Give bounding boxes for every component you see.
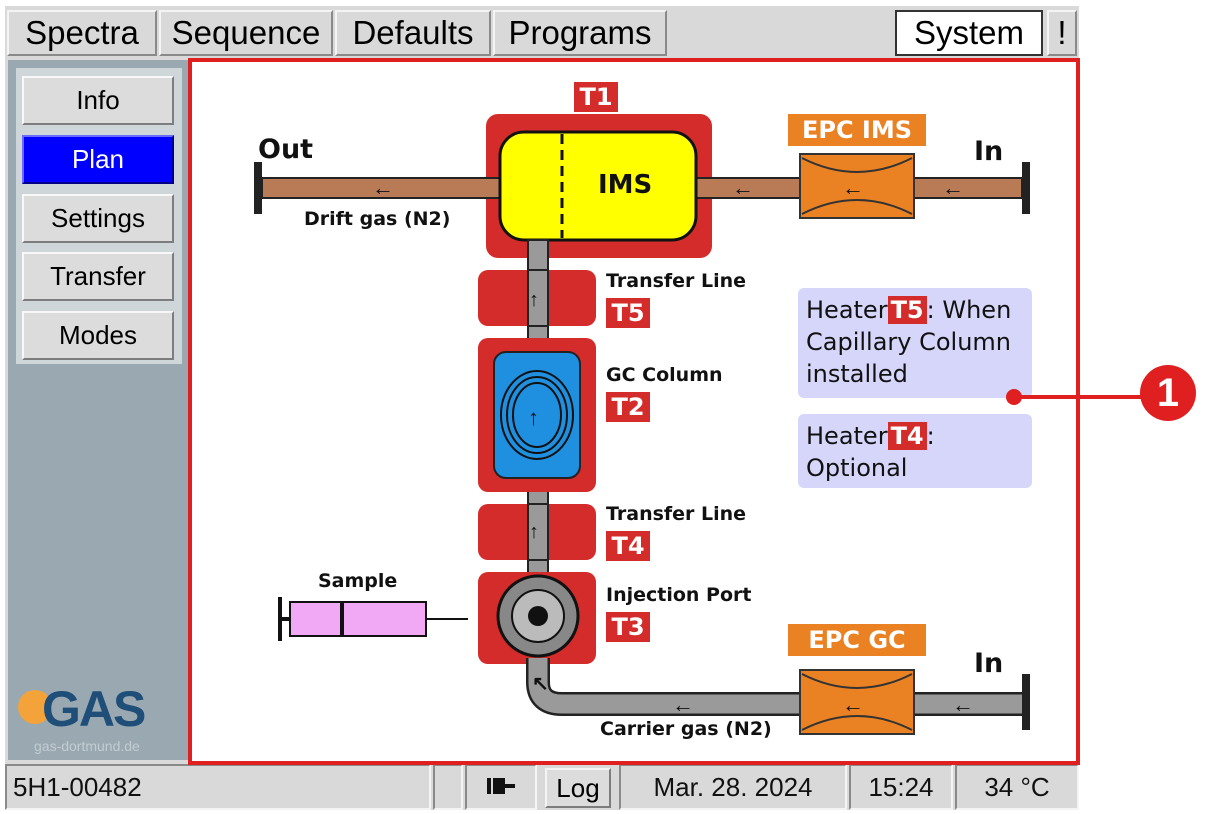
sidebar-item-transfer[interactable]: Transfer (22, 252, 174, 301)
arrow-up-icon: ↖ (532, 673, 549, 695)
callout-badge: 1 (1140, 365, 1196, 421)
ims-label: IMS (598, 170, 653, 200)
arrow-left-icon: ← (842, 175, 864, 200)
sidebar-item-info[interactable]: Info (22, 76, 174, 125)
callout-dot (1006, 389, 1022, 405)
device-id: 5H1-00482 (5, 764, 431, 810)
sample-syringe (289, 601, 427, 637)
injection-port-label: Injection Port (606, 584, 752, 606)
tab-sequence[interactable]: Sequence (159, 10, 333, 56)
arrow-up-icon: ↑ (529, 289, 539, 311)
tab-programs[interactable]: Programs (493, 10, 667, 56)
in-end-cap-top (1022, 162, 1030, 214)
tab-defaults[interactable]: Defaults (335, 10, 491, 56)
transfer-line-top-label: Transfer Line (606, 270, 747, 292)
t5-tag: T5 (606, 298, 650, 328)
time-display: 15:24 (849, 764, 953, 810)
out-end-cap (254, 162, 262, 214)
sidebar-menu: Info Plan Settings Transfer Modes (16, 68, 182, 364)
out-label: Out (258, 134, 314, 165)
arrow-left-icon: ← (842, 692, 864, 717)
heater-t4-note: Heater T4: Optional (798, 414, 1032, 488)
t4-tag: T4 (606, 531, 650, 561)
epc-ims-tag: EPC IMS (788, 114, 926, 146)
epc-gc-tag: EPC GC (788, 624, 926, 656)
heater-t5-note: Heater T5: When Capillary Column installe… (798, 288, 1032, 398)
logo-url: gas-dortmund.de (34, 738, 140, 754)
carrier-gas-label: Carrier gas (N2) (600, 718, 772, 740)
arrow-left-icon: ← (372, 175, 394, 200)
drift-gas-label: Drift gas (N2) (304, 208, 451, 230)
arrow-up-icon: ↑ (528, 405, 539, 430)
status-bar: 5H1-00482 Log Mar. 28. 2024 15:24 34 °C (5, 764, 1079, 810)
in-label-bottom: In (974, 648, 1004, 679)
in-end-cap-bottom (1022, 674, 1030, 730)
arrow-left-icon: ← (942, 175, 964, 200)
tab-spectra[interactable]: Spectra (7, 10, 157, 56)
arrow-up-icon: ↑ (529, 521, 539, 543)
sidebar-item-settings[interactable]: Settings (22, 194, 174, 243)
gas-logo: GAS gas-dortmund.de (18, 680, 188, 760)
sidebar: Info Plan Settings Transfer Modes GAS ga… (8, 60, 188, 760)
empty-indicator (433, 764, 463, 810)
arrow-left-icon: ← (952, 692, 974, 717)
callout-line (1014, 395, 1144, 399)
plan-diagram: ← ← ← ← ↑ ↑ ↑ ↖ ← ← ← T1 IMS EPC IMS Out… (188, 58, 1080, 765)
t2-tag: T2 (606, 392, 650, 422)
t3-tag: T3 (606, 612, 650, 642)
t5-inline-tag: T5 (887, 296, 927, 324)
t1-tag: T1 (574, 82, 618, 112)
log-button[interactable]: Log (545, 768, 611, 808)
logo-text: GAS (42, 681, 146, 737)
temperature-display: 34 °C (955, 764, 1079, 810)
in-label-top: In (974, 136, 1004, 167)
battery-icon (465, 764, 537, 810)
t4-inline-tag: T4 (887, 422, 927, 450)
sample-label: Sample (318, 570, 398, 592)
gc-column-label: GC Column (606, 364, 723, 386)
arrow-left-icon: ← (732, 175, 754, 200)
alert-button[interactable]: ! (1047, 10, 1077, 56)
system-button[interactable]: System (895, 10, 1043, 56)
sidebar-item-modes[interactable]: Modes (22, 311, 174, 360)
date-display: Mar. 28. 2024 (619, 764, 847, 810)
arrow-left-icon: ← (672, 692, 694, 717)
sidebar-item-plan[interactable]: Plan (22, 135, 174, 184)
transfer-line-bottom-label: Transfer Line (606, 503, 747, 525)
syringe-plunger-cap (278, 597, 282, 641)
